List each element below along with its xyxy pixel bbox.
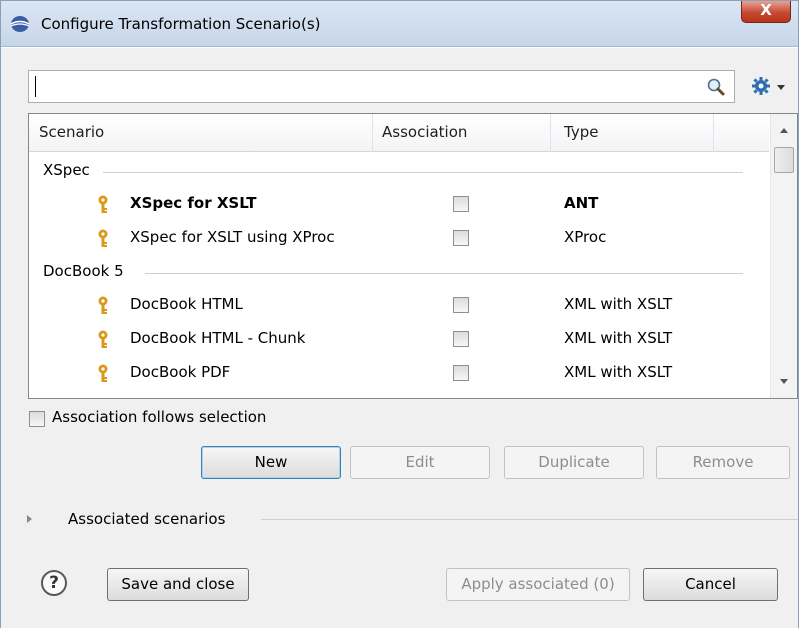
- scenario-name: DocBook HTML: [130, 295, 243, 313]
- key-icon: [98, 330, 108, 348]
- search-icon[interactable]: [706, 77, 726, 101]
- scenario-type: XML with XSLT: [564, 329, 673, 347]
- association-checkbox[interactable]: [453, 297, 469, 313]
- column-header-association[interactable]: Association: [382, 123, 467, 141]
- scenario-type: XML with XSLT: [564, 363, 673, 381]
- scenario-name: DocBook PDF: [130, 363, 231, 381]
- key-icon: [98, 229, 108, 247]
- close-icon: X: [760, 1, 772, 19]
- group-label: XSpec: [43, 161, 90, 179]
- associated-scenarios-label: Associated scenarios: [68, 510, 226, 528]
- scenarios-table: Scenario Association Type XSpec XSpec fo…: [28, 113, 798, 399]
- table-row[interactable]: XSpec for XSLT ANT: [29, 188, 769, 222]
- cancel-button[interactable]: Cancel: [643, 568, 778, 601]
- apply-associated-button[interactable]: Apply associated (0): [446, 568, 630, 601]
- scroll-down-icon[interactable]: [780, 379, 788, 384]
- associated-scenarios-section[interactable]: Associated scenarios: [21, 508, 798, 532]
- vertical-scrollbar[interactable]: [770, 114, 797, 398]
- new-button[interactable]: New: [201, 446, 341, 479]
- remove-button[interactable]: Remove: [656, 446, 790, 479]
- help-icon[interactable]: ?: [41, 570, 67, 596]
- table-row[interactable]: XSpec for XSLT using XProc XProc: [29, 222, 769, 256]
- group-header-docbook5: DocBook 5: [43, 258, 743, 286]
- app-icon: [10, 16, 30, 32]
- association-checkbox[interactable]: [453, 365, 469, 381]
- table-row[interactable]: DocBook PDF XML with XSLT: [29, 357, 769, 391]
- text-caret: [35, 76, 36, 97]
- key-icon: [98, 364, 108, 382]
- table-row[interactable]: DocBook HTML - Chunk XML with XSLT: [29, 323, 769, 357]
- association-follows-selection-label: Association follows selection: [52, 408, 267, 426]
- section-divider: [261, 519, 798, 520]
- group-header-xspec: XSpec: [43, 157, 743, 185]
- scenario-name: DocBook HTML - Chunk: [130, 329, 306, 347]
- scenario-name: XSpec for XSLT using XProc: [130, 228, 335, 246]
- save-and-close-button[interactable]: Save and close: [107, 568, 249, 601]
- search-input[interactable]: [28, 70, 735, 103]
- table-row[interactable]: DocBook HTML XML with XSLT: [29, 289, 769, 323]
- chevron-down-icon[interactable]: [777, 85, 785, 90]
- association-checkbox[interactable]: [453, 196, 469, 212]
- column-divider: [550, 114, 551, 152]
- column-divider: [713, 114, 714, 152]
- column-header-type[interactable]: Type: [564, 123, 598, 141]
- association-follows-selection-checkbox[interactable]: [29, 411, 45, 427]
- expand-triangle-icon[interactable]: [27, 515, 32, 523]
- column-header-scenario[interactable]: Scenario: [39, 123, 104, 141]
- close-button[interactable]: X: [741, 1, 791, 23]
- key-icon: [98, 195, 108, 213]
- association-checkbox[interactable]: [453, 331, 469, 347]
- group-label: DocBook 5: [43, 262, 124, 280]
- group-divider: [103, 172, 743, 173]
- scenario-name: XSpec for XSLT: [130, 194, 257, 212]
- title-bar[interactable]: Configure Transformation Scenario(s) X: [1, 1, 798, 47]
- scroll-thumb[interactable]: [774, 147, 794, 173]
- window-title: Configure Transformation Scenario(s): [41, 15, 321, 33]
- gear-icon[interactable]: [751, 76, 771, 100]
- scenario-type: ANT: [564, 194, 599, 212]
- scenario-type: XProc: [564, 228, 607, 246]
- dialog-window: Configure Transformation Scenario(s) X S…: [0, 0, 799, 628]
- group-divider: [145, 273, 743, 274]
- edit-button[interactable]: Edit: [350, 446, 490, 479]
- scroll-up-icon[interactable]: [780, 128, 788, 133]
- column-divider: [372, 114, 373, 152]
- key-icon: [98, 296, 108, 314]
- scenario-type: XML with XSLT: [564, 295, 673, 313]
- table-header: Scenario Association Type: [29, 114, 769, 152]
- association-checkbox[interactable]: [453, 230, 469, 246]
- dialog-content: Scenario Association Type XSpec XSpec fo…: [1, 48, 798, 628]
- duplicate-button[interactable]: Duplicate: [504, 446, 644, 479]
